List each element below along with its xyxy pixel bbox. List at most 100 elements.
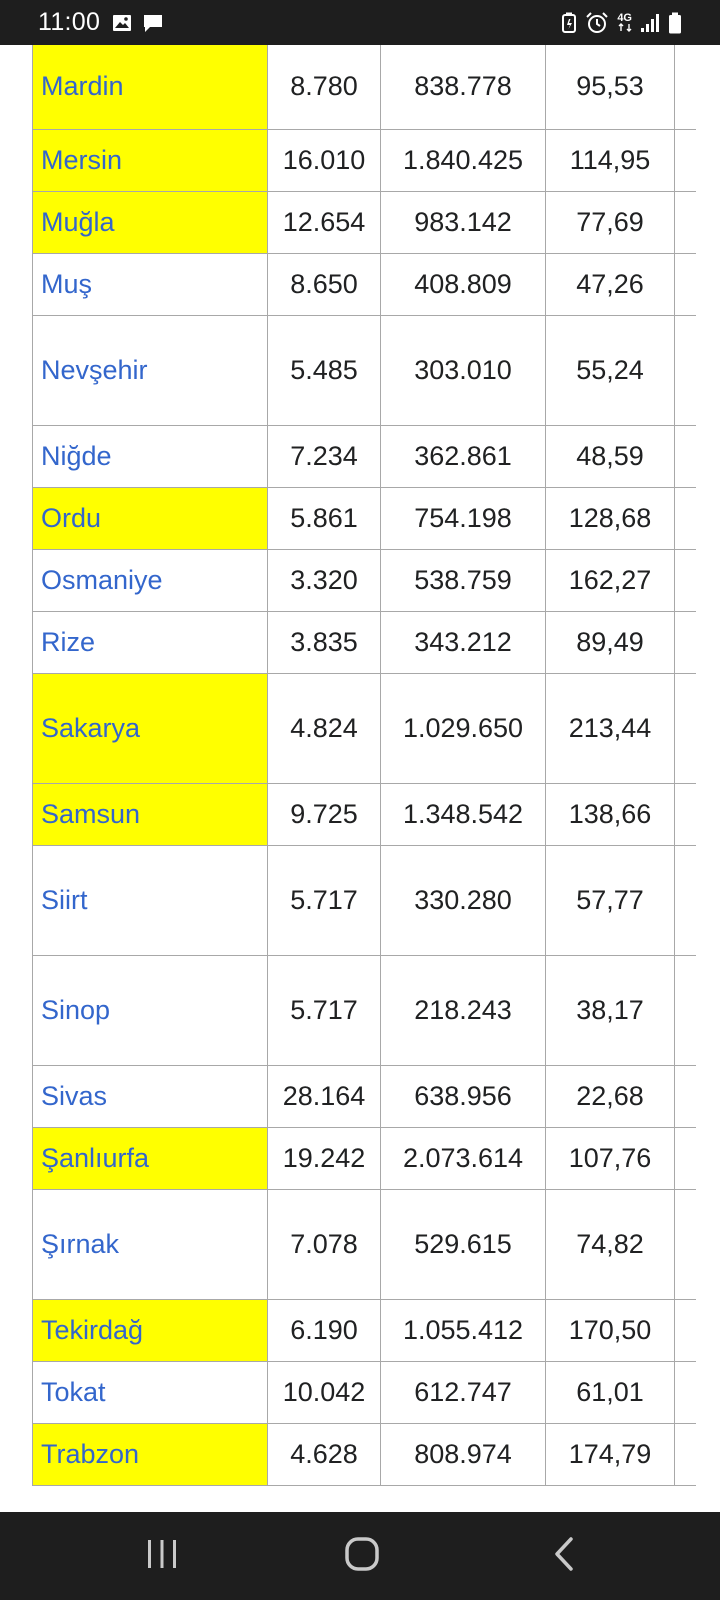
recent-apps-button[interactable] [102, 1512, 222, 1600]
table-row: Nevşehir 5.485 303.010 55,24 [32, 315, 696, 426]
population-cell: 838.778 [380, 45, 546, 130]
province-name-link[interactable]: Tokat [32, 1361, 268, 1424]
province-name-link[interactable]: Tekirdağ [32, 1299, 268, 1362]
area-cell: 28.164 [267, 1065, 381, 1128]
page-content[interactable]: Mardin 8.780 838.778 95,53 Mersin 16.010 1.840… [0, 45, 720, 1512]
area-cell: 5.485 [267, 315, 381, 426]
extra-cell [674, 129, 696, 192]
extra-cell [674, 1189, 696, 1300]
province-name-link[interactable]: Mardin [32, 45, 268, 130]
population-cell: 808.974 [380, 1423, 546, 1486]
density-cell: 213,44 [545, 673, 675, 784]
extra-cell [674, 673, 696, 784]
population-cell: 1.348.542 [380, 783, 546, 846]
province-name-link[interactable]: Nevşehir [32, 315, 268, 426]
province-name-link[interactable]: Siirt [32, 845, 268, 956]
notification-icons [112, 13, 164, 33]
extra-cell [674, 549, 696, 612]
province-name-link[interactable]: Şanlıurfa [32, 1127, 268, 1190]
table-row: Trabzon 4.628 808.974 174,79 [32, 1423, 696, 1486]
area-cell: 4.824 [267, 673, 381, 784]
population-cell: 638.956 [380, 1065, 546, 1128]
extra-cell [674, 1127, 696, 1190]
recent-apps-icon [145, 1538, 179, 1575]
extra-cell [674, 45, 696, 130]
density-cell: 55,24 [545, 315, 675, 426]
population-cell: 983.142 [380, 191, 546, 254]
density-cell: 48,59 [545, 425, 675, 488]
table-row: Muş 8.650 408.809 47,26 [32, 253, 696, 316]
extra-cell [674, 1423, 696, 1486]
density-cell: 174,79 [545, 1423, 675, 1486]
population-cell: 303.010 [380, 315, 546, 426]
table-row: Sivas 28.164 638.956 22,68 [32, 1065, 696, 1128]
area-cell: 8.780 [267, 45, 381, 130]
table-row: Muğla 12.654 983.142 77,69 [32, 191, 696, 254]
population-cell: 362.861 [380, 425, 546, 488]
density-cell: 22,68 [545, 1065, 675, 1128]
density-cell: 128,68 [545, 487, 675, 550]
density-cell: 74,82 [545, 1189, 675, 1300]
province-name-link[interactable]: Sivas [32, 1065, 268, 1128]
population-cell: 408.809 [380, 253, 546, 316]
province-name-link[interactable]: Şırnak [32, 1189, 268, 1300]
density-cell: 47,26 [545, 253, 675, 316]
message-icon [142, 13, 164, 33]
area-cell: 10.042 [267, 1361, 381, 1424]
province-name-link[interactable]: Muş [32, 253, 268, 316]
density-cell: 107,76 [545, 1127, 675, 1190]
extra-cell [674, 487, 696, 550]
alarm-icon [585, 11, 609, 34]
back-button[interactable] [504, 1512, 624, 1600]
area-cell: 5.861 [267, 487, 381, 550]
area-cell: 3.320 [267, 549, 381, 612]
area-cell: 19.242 [267, 1127, 381, 1190]
population-cell: 1.029.650 [380, 673, 546, 784]
population-cell: 612.747 [380, 1361, 546, 1424]
density-cell: 89,49 [545, 611, 675, 674]
population-cell: 218.243 [380, 955, 546, 1066]
table-row: Mersin 16.010 1.840.425 114,95 [32, 129, 696, 192]
navigation-bar [0, 1512, 720, 1600]
signal-icon [640, 13, 660, 33]
area-cell: 4.628 [267, 1423, 381, 1486]
province-name-link[interactable]: Trabzon [32, 1423, 268, 1486]
area-cell: 5.717 [267, 845, 381, 956]
back-icon [552, 1536, 576, 1577]
table-row: Rize 3.835 343.212 89,49 [32, 611, 696, 674]
province-name-link[interactable]: Sakarya [32, 673, 268, 784]
province-name-link[interactable]: Rize [32, 611, 268, 674]
province-name-link[interactable]: Niğde [32, 425, 268, 488]
density-cell: 61,01 [545, 1361, 675, 1424]
table-row: Tekirdağ 6.190 1.055.412 170,50 [32, 1299, 696, 1362]
population-cell: 538.759 [380, 549, 546, 612]
province-name-link[interactable]: Mersin [32, 129, 268, 192]
home-button[interactable] [302, 1512, 422, 1600]
population-cell: 529.615 [380, 1189, 546, 1300]
table-row: Niğde 7.234 362.861 48,59 [32, 425, 696, 488]
extra-cell [674, 191, 696, 254]
density-cell: 38,17 [545, 955, 675, 1066]
table-row: Şırnak 7.078 529.615 74,82 [32, 1189, 696, 1300]
network-4g-icon: 4G [617, 13, 632, 32]
population-cell: 2.073.614 [380, 1127, 546, 1190]
status-time: 11:00 [38, 8, 101, 36]
status-bar: 11:00 4G [0, 0, 720, 45]
density-cell: 138,66 [545, 783, 675, 846]
table-row: Osmaniye 3.320 538.759 162,27 [32, 549, 696, 612]
area-cell: 3.835 [267, 611, 381, 674]
province-name-link[interactable]: Osmaniye [32, 549, 268, 612]
province-name-link[interactable]: Ordu [32, 487, 268, 550]
battery-saver-icon [561, 12, 577, 34]
extra-cell [674, 425, 696, 488]
province-name-link[interactable]: Muğla [32, 191, 268, 254]
area-cell: 7.078 [267, 1189, 381, 1300]
table-row: Ordu 5.861 754.198 128,68 [32, 487, 696, 550]
province-name-link[interactable]: Sinop [32, 955, 268, 1066]
province-table: Mardin 8.780 838.778 95,53 Mersin 16.010 1.840… [32, 45, 696, 1486]
extra-cell [674, 315, 696, 426]
province-name-link[interactable]: Samsun [32, 783, 268, 846]
population-cell: 343.212 [380, 611, 546, 674]
battery-icon [668, 12, 682, 34]
area-cell: 8.650 [267, 253, 381, 316]
